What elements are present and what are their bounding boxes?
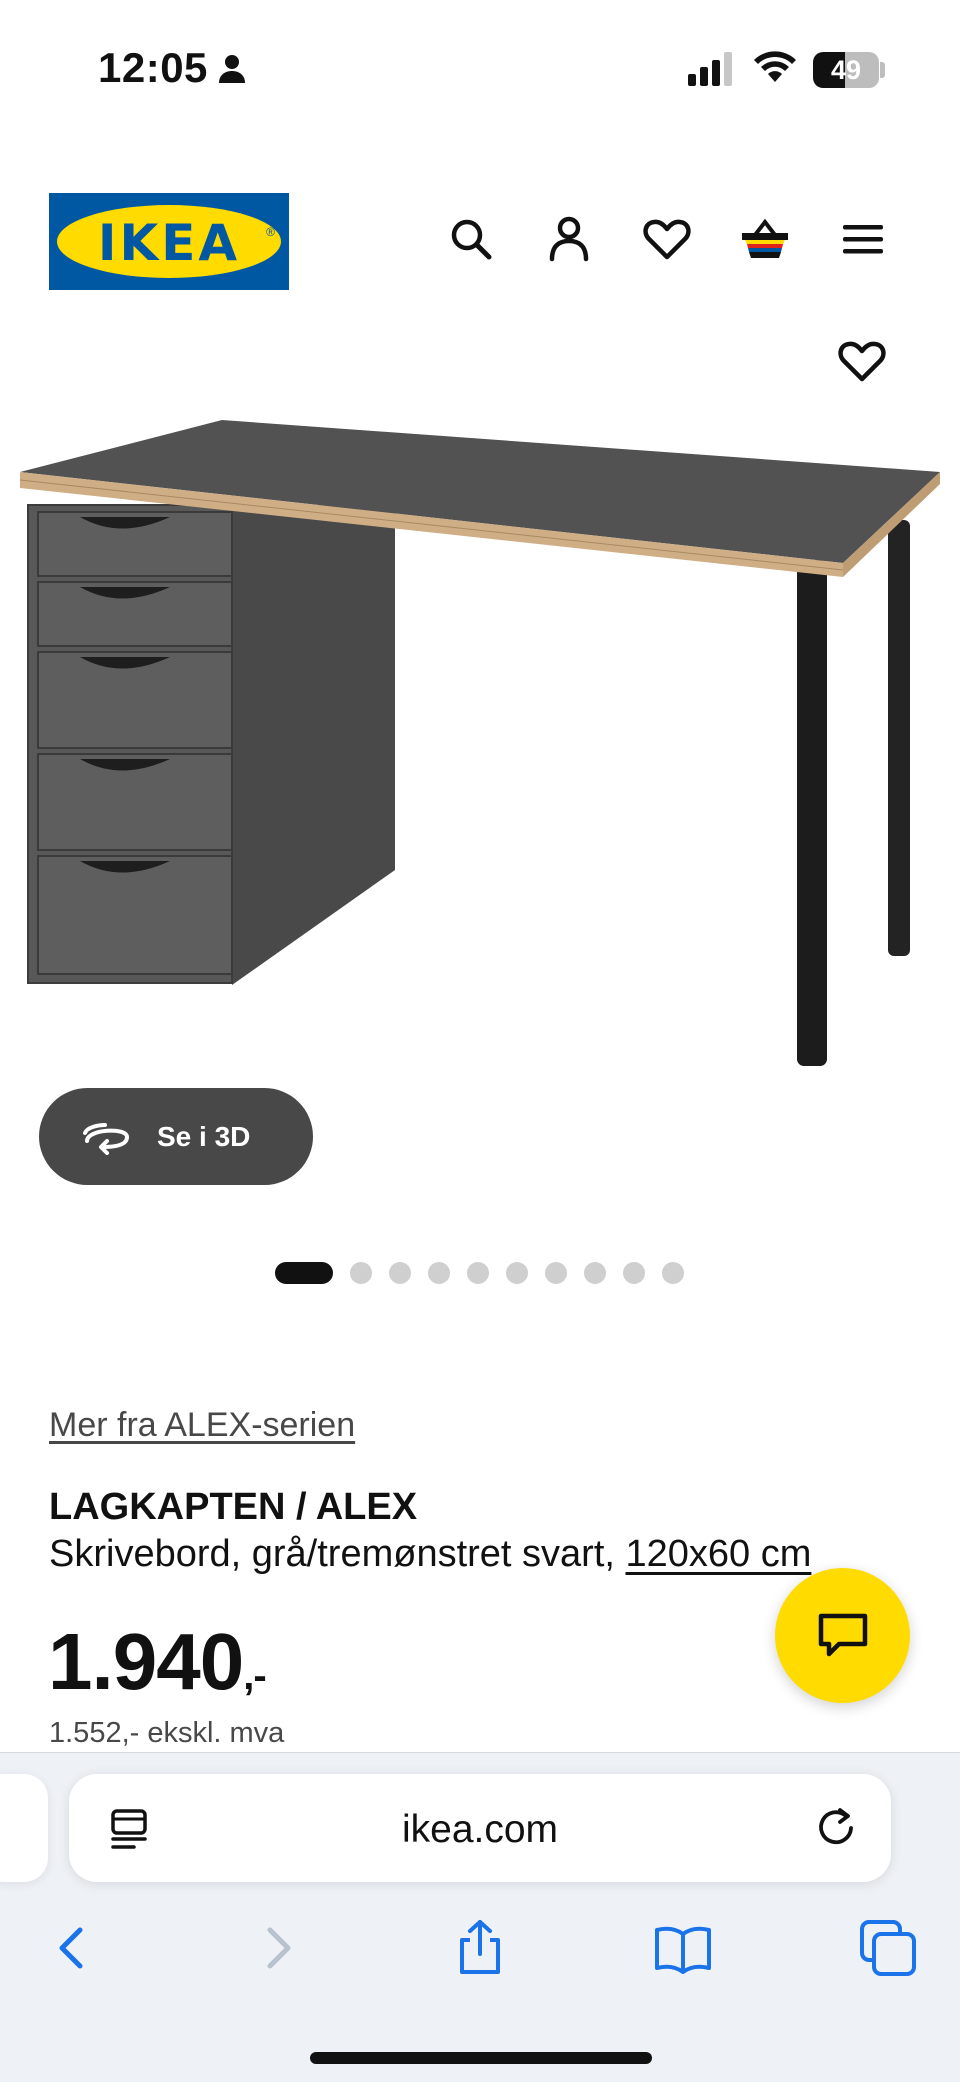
tabs-icon[interactable] bbox=[858, 1918, 918, 1978]
carousel-dot-3[interactable] bbox=[389, 1262, 411, 1284]
product-description: Skrivebord, grå/tremønstret svart, 120x6… bbox=[49, 1533, 811, 1576]
ikea-logo[interactable]: IKEA ® bbox=[49, 193, 289, 290]
share-icon[interactable] bbox=[450, 1918, 510, 1978]
carousel-dot-7[interactable] bbox=[545, 1262, 567, 1284]
image-carousel-indicator[interactable] bbox=[275, 1262, 684, 1284]
carousel-dot-5[interactable] bbox=[467, 1262, 489, 1284]
wishlist-icon[interactable] bbox=[641, 213, 693, 265]
price-main: 1.940 bbox=[48, 1617, 244, 1706]
carousel-dot-4[interactable] bbox=[428, 1262, 450, 1284]
reload-icon[interactable] bbox=[812, 1804, 860, 1852]
series-link[interactable]: Mer fra ALEX-serien bbox=[49, 1406, 355, 1445]
wifi-icon bbox=[752, 48, 798, 89]
view-in-3d-label: Se i 3D bbox=[157, 1120, 251, 1152]
price-ex-vat: 1.552,- ekskl. mva bbox=[49, 1717, 285, 1749]
search-icon[interactable] bbox=[445, 213, 497, 265]
battery-tip bbox=[880, 62, 885, 78]
previous-tab-preview[interactable] bbox=[0, 1774, 48, 1882]
forward-icon[interactable] bbox=[248, 1918, 308, 1978]
product-image[interactable] bbox=[0, 400, 960, 1100]
logo-text: IKEA bbox=[97, 214, 241, 272]
url-text[interactable]: ikea.com bbox=[69, 1808, 891, 1852]
rotate-3d-icon bbox=[83, 1122, 130, 1155]
menu-icon[interactable] bbox=[837, 213, 889, 265]
carousel-dot-9[interactable] bbox=[623, 1262, 645, 1284]
carousel-dot-2[interactable] bbox=[350, 1262, 372, 1284]
status-time: 12:05 bbox=[98, 44, 208, 91]
chat-bubble-icon bbox=[818, 1613, 867, 1656]
carousel-dot-1[interactable] bbox=[275, 1262, 333, 1284]
battery-indicator: 49 bbox=[813, 52, 879, 88]
cellular-signal-icon bbox=[688, 52, 736, 91]
bookmarks-icon[interactable] bbox=[653, 1918, 713, 1978]
view-in-3d-button[interactable]: Se i 3D bbox=[39, 1088, 313, 1185]
carousel-dot-8[interactable] bbox=[584, 1262, 606, 1284]
basket-icon[interactable] bbox=[739, 213, 791, 265]
home-indicator[interactable] bbox=[310, 2052, 652, 2064]
person-icon bbox=[216, 52, 248, 84]
add-to-wishlist-icon[interactable] bbox=[836, 335, 888, 387]
account-icon[interactable] bbox=[543, 213, 595, 265]
size-link[interactable]: 120x60 cm bbox=[626, 1533, 812, 1575]
battery-level: 49 bbox=[830, 55, 862, 85]
carousel-dot-6[interactable] bbox=[506, 1262, 528, 1284]
carousel-dot-10[interactable] bbox=[662, 1262, 684, 1284]
product-price: 1.940,- bbox=[48, 1616, 267, 1708]
price-suffix: ,- bbox=[243, 1654, 266, 1698]
product-name: LAGKAPTEN / ALEX bbox=[49, 1486, 418, 1528]
chat-button[interactable] bbox=[775, 1568, 910, 1703]
product-description-text: Skrivebord, grå/tremønstret svart, bbox=[49, 1533, 626, 1575]
back-icon[interactable] bbox=[42, 1918, 102, 1978]
